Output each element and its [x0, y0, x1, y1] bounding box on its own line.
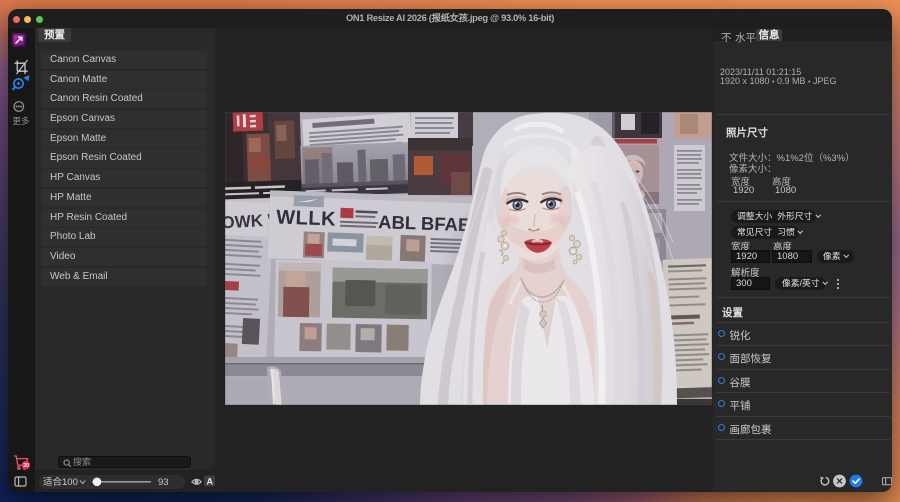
svg-text:20: 20 — [23, 463, 29, 469]
svg-text:更多: 更多 — [13, 116, 31, 126]
svg-text:A: A — [207, 476, 214, 486]
svg-text:100: 100 — [62, 477, 78, 488]
svg-text:适合: 适合 — [43, 476, 63, 488]
svg-text:93: 93 — [158, 477, 169, 488]
